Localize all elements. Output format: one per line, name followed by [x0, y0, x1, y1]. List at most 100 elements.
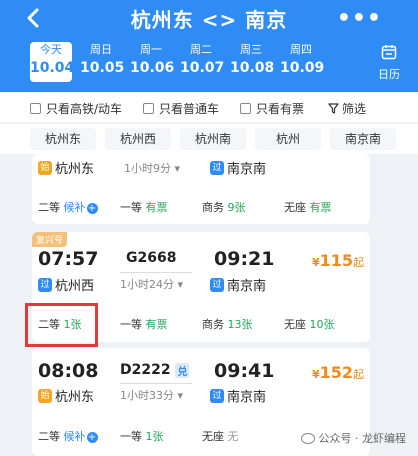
filter-bar: 只看高铁/动车 只看普通车 只看有票 筛选 — [0, 92, 418, 122]
date-value: 10.09 — [280, 60, 325, 76]
seat-status: 有票 — [145, 201, 168, 214]
start-tag: 始 — [38, 160, 52, 175]
calendar-button[interactable]: 日历 — [372, 44, 406, 81]
date-tab[interactable]: 周一 10.06 — [130, 42, 175, 82]
checkbox-icon — [30, 103, 41, 114]
train-number: G2668 — [126, 250, 177, 266]
watermark-text: 公众号 · 龙虾编程 — [318, 432, 407, 445]
header-bar: 杭州东 <> 南京 ••• 今天 10.04 周日 10.05 周一 10.06… — [0, 0, 418, 92]
seat-status: 有票 — [309, 201, 332, 214]
pass-tag: 过 — [210, 160, 224, 175]
depart-station-name: 杭州东 — [55, 390, 95, 405]
filter-button[interactable]: 筛选 — [328, 100, 366, 117]
calendar-icon — [381, 45, 397, 60]
plus-icon[interactable]: + — [86, 431, 98, 443]
date-value: 10.07 — [180, 60, 225, 76]
depart-station-name: 杭州东 — [55, 162, 95, 177]
date-value: 10.08 — [230, 60, 275, 76]
arrive-station: 过 南京南 — [210, 158, 266, 177]
date-weekday: 周四 — [290, 43, 312, 56]
checkbox-icon — [240, 103, 251, 114]
filter-high-speed[interactable]: 只看高铁/动车 — [30, 100, 122, 117]
seat-standing: 无座 无 — [202, 428, 239, 444]
seat-status: 无 — [227, 430, 239, 443]
date-value: 10.06 — [130, 60, 175, 76]
train-flag: 兑 — [175, 362, 190, 378]
seat-label: 无座 — [202, 430, 224, 443]
arrive-station: 过 南京南 — [210, 275, 266, 294]
date-tab[interactable]: 周二 10.07 — [180, 42, 225, 82]
duration: 1小时24分 ▾ — [120, 278, 184, 291]
seat-second: 二等 候补 + — [38, 428, 98, 444]
filter-label: 只看高铁/动车 — [46, 102, 123, 116]
checkbox-icon — [143, 103, 154, 114]
station-chip[interactable]: 杭州东 — [30, 128, 96, 150]
seat-status: 有票 — [145, 318, 168, 331]
filter-label: 只看有票 — [256, 102, 305, 116]
seat-status: 10张 — [309, 318, 335, 331]
seat-label: 二等 — [38, 201, 60, 214]
highlight-box — [25, 303, 98, 347]
date-weekday: 周三 — [240, 43, 262, 56]
date-tab[interactable]: 周日 10.05 — [80, 42, 125, 82]
arrive-station-name: 南京南 — [227, 162, 267, 177]
price: ¥152起 — [312, 363, 364, 382]
duration-text: 1小时9分 — [124, 162, 171, 175]
filter-available[interactable]: 只看有票 — [240, 100, 304, 117]
wechat-icon — [300, 432, 315, 444]
seat-label: 二等 — [38, 430, 60, 443]
funnel-icon — [328, 103, 339, 114]
date-tab-today[interactable]: 今天 10.04 — [30, 42, 74, 82]
calendar-label: 日历 — [378, 68, 400, 81]
price-suffix: 起 — [353, 368, 365, 381]
depart-time: 08:08 — [38, 360, 99, 382]
duration-text: 1小时24分 — [120, 278, 174, 291]
seat-business: 商务 13张 — [202, 316, 253, 332]
arrive-time: 09:21 — [214, 248, 275, 270]
seat-status: 候补 — [63, 430, 86, 443]
duration: 1小时9分 ▾ — [124, 162, 181, 175]
seat-second: 二等 候补 + — [38, 199, 98, 215]
seat-status: 13张 — [227, 318, 253, 331]
filter-button-label: 筛选 — [342, 102, 367, 116]
seat-label: 一等 — [120, 430, 142, 443]
seat-label: 商务 — [202, 318, 224, 331]
date-selector: 今天 10.04 周日 10.05 周一 10.06 周二 10.07 周三 1… — [30, 42, 330, 82]
price-value: 152 — [319, 363, 354, 382]
pass-tag: 过 — [38, 277, 52, 292]
train-card[interactable]: 始 杭州东 1小时9分 ▾ 过 南京南 二等 候补 + 一等 有票 商务 9张 无… — [32, 154, 370, 224]
fuxing-badge: 复兴号 — [32, 232, 68, 247]
depart-station-name: 杭州西 — [55, 279, 95, 294]
date-tab[interactable]: 周三 10.08 — [230, 42, 275, 82]
seat-label: 一等 — [120, 318, 142, 331]
plus-icon[interactable]: + — [86, 202, 98, 214]
date-weekday: 今天 — [40, 43, 62, 56]
train-number: D2222 兑 — [120, 362, 190, 378]
currency-symbol: ¥ — [312, 368, 320, 381]
duration: 1小时33分 ▾ — [120, 389, 184, 402]
seat-label: 无座 — [284, 318, 306, 331]
seat-status: 1张 — [145, 430, 164, 443]
pass-tag: 过 — [210, 388, 224, 403]
seat-first: 一等 有票 — [120, 316, 168, 332]
seat-first: 一等 1张 — [120, 428, 164, 444]
station-chip[interactable]: 杭州 — [255, 128, 321, 150]
station-chip[interactable]: 杭州南 — [180, 128, 246, 150]
duration-line — [120, 383, 192, 384]
station-chip[interactable]: 南京南 — [330, 128, 396, 150]
date-value: 10.05 — [80, 60, 125, 76]
arrive-station-name: 南京南 — [227, 390, 267, 405]
train-number-text: D2222 — [120, 362, 171, 378]
station-chip[interactable]: 杭州西 — [105, 128, 171, 150]
date-tab[interactable]: 周四 10.09 — [280, 42, 325, 82]
seat-first: 一等 有票 — [120, 199, 168, 215]
more-icon[interactable]: ••• — [337, 6, 382, 31]
arrive-time: 09:41 — [214, 360, 275, 382]
duration-text: 1小时33分 — [120, 389, 174, 402]
filter-label: 只看普通车 — [159, 102, 220, 116]
seat-status: 候补 — [63, 201, 86, 214]
depart-station: 始 杭州东 — [38, 158, 94, 177]
seat-label: 商务 — [202, 201, 224, 214]
currency-symbol: ¥ — [312, 256, 320, 269]
filter-normal-train[interactable]: 只看普通车 — [143, 100, 219, 117]
